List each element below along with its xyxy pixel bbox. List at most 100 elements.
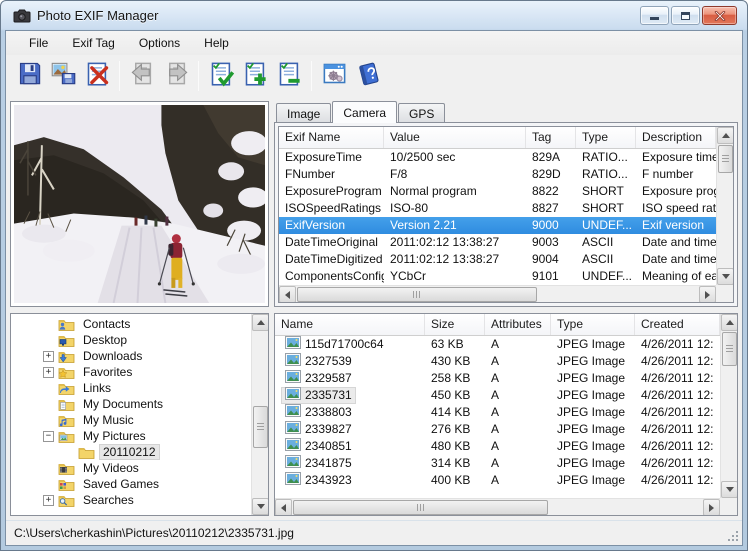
left-column: ContactsDesktop+Downloads+FavoritesLinks… <box>10 101 269 516</box>
file-cell-attributes: A <box>485 438 551 455</box>
column-header-type[interactable]: Type <box>576 127 636 148</box>
column-header-created[interactable]: Created <box>635 314 720 335</box>
exif-row[interactable]: FNumberF/8829DRATIO...F number <box>279 166 716 183</box>
scrollbar-thumb[interactable] <box>293 500 548 515</box>
scrollbar-thumb[interactable] <box>722 332 737 366</box>
exif-cell-tag: 829A <box>526 149 576 166</box>
exif-row[interactable]: ISOSpeedRatingsISO-808827SHORTISO speed … <box>279 200 716 217</box>
column-header-size[interactable]: Size <box>425 314 485 335</box>
remove-tag-button[interactable] <box>272 59 306 93</box>
file-row[interactable]: 2335731450 KBAJPEG Image4/26/2011 12: <box>275 387 720 404</box>
tree-item-searches[interactable]: +Searches <box>11 492 251 508</box>
add-tag-button[interactable] <box>238 59 272 93</box>
file-row[interactable]: 2338803414 KBAJPEG Image4/26/2011 12: <box>275 404 720 421</box>
maximize-icon <box>681 12 690 20</box>
file-cell-attributes: A <box>485 421 551 438</box>
file-row[interactable]: 2327539430 KBAJPEG Image4/26/2011 12: <box>275 353 720 370</box>
close-button[interactable] <box>702 6 737 25</box>
scroll-down-button[interactable] <box>717 268 734 285</box>
resize-grip-icon[interactable] <box>727 530 740 543</box>
delete-exif-button[interactable] <box>80 59 114 93</box>
file-row[interactable]: 2339827276 KBAJPEG Image4/26/2011 12: <box>275 421 720 438</box>
tree-expander[interactable]: + <box>43 495 54 506</box>
scroll-up-button[interactable] <box>252 314 269 331</box>
menu-item-file[interactable]: File <box>20 32 57 54</box>
exif-row[interactable]: ExposureTime10/2500 sec829ARATIO...Expos… <box>279 149 716 166</box>
scroll-right-button[interactable] <box>703 499 720 516</box>
scrollbar-thumb[interactable] <box>297 287 537 302</box>
title-bar[interactable]: Photo EXIF Manager <box>5 1 743 30</box>
file-row[interactable]: 2341875314 KBAJPEG Image4/26/2011 12: <box>275 455 720 472</box>
photo-file-icon <box>285 370 301 387</box>
exif-horizontal-scrollbar[interactable] <box>279 285 716 302</box>
scrollbar-thumb[interactable] <box>253 406 268 448</box>
maximize-button[interactable] <box>671 6 700 25</box>
file-row[interactable]: 2329587258 KBAJPEG Image4/26/2011 12: <box>275 370 720 387</box>
column-header-description[interactable]: Description <box>636 127 716 148</box>
save-picture-button[interactable] <box>46 59 80 93</box>
tree-vertical-scrollbar[interactable] <box>251 314 268 515</box>
menu-item-help[interactable]: Help <box>195 32 238 54</box>
tree-item-my-videos[interactable]: My Videos <box>11 460 251 476</box>
file-row[interactable]: 2343923400 KBAJPEG Image4/26/2011 12: <box>275 472 720 489</box>
minimize-button[interactable] <box>640 6 669 25</box>
column-header-name[interactable]: Name <box>275 314 425 335</box>
exif-tab-area: ImageCameraGPS Exif NameValueTagTypeDesc… <box>274 101 738 307</box>
exif-row[interactable]: ComponentsConfig...YCbCr9101UNDEF...Mean… <box>279 268 716 285</box>
column-header-exif-name[interactable]: Exif Name <box>279 127 384 148</box>
column-header-attributes[interactable]: Attributes <box>485 314 551 335</box>
tree-item-saved-games[interactable]: Saved Games <box>11 476 251 492</box>
file-cell-attributes: A <box>485 404 551 421</box>
tree-item-favorites[interactable]: +Favorites <box>11 364 251 380</box>
file-name-label: 2338803 <box>305 404 352 421</box>
exif-row[interactable]: ExifVersionVersion 2.219000UNDEF...Exif … <box>279 217 716 234</box>
scroll-left-button[interactable] <box>275 499 292 516</box>
exif-row[interactable]: ExposureProgramNormal program8822SHORTEx… <box>279 183 716 200</box>
file-vertical-scrollbar[interactable] <box>720 314 737 498</box>
scrollbar-thumb[interactable] <box>718 145 733 173</box>
exif-row[interactable]: DateTimeDigitized2011:02:12 13:38:279004… <box>279 251 716 268</box>
validate-tags-button[interactable] <box>204 59 238 93</box>
tree-item-my-pictures[interactable]: −My Pictures <box>11 428 251 444</box>
help-button[interactable] <box>351 59 385 93</box>
tree-expander[interactable]: − <box>43 431 54 442</box>
file-row[interactable]: 115d71700c6463 KBAJPEG Image4/26/2011 12… <box>275 336 720 353</box>
tree-item-downloads[interactable]: +Downloads <box>11 348 251 364</box>
options-button[interactable] <box>317 59 351 93</box>
file-cell-size: 414 KB <box>425 404 485 421</box>
tree-item-links[interactable]: Links <box>11 380 251 396</box>
tab-camera[interactable]: Camera <box>332 101 397 123</box>
tree-item-my-documents[interactable]: My Documents <box>11 396 251 412</box>
tree-expander[interactable]: + <box>43 367 54 378</box>
column-header-value[interactable]: Value <box>384 127 526 148</box>
exif-cell-tag: 829D <box>526 166 576 183</box>
tree-expander[interactable]: + <box>43 351 54 362</box>
save-button[interactable] <box>12 59 46 93</box>
exif-cell-name: FNumber <box>279 166 384 183</box>
exif-cell-type: SHORT <box>576 200 636 217</box>
tab-image[interactable]: Image <box>276 103 331 122</box>
file-horizontal-scrollbar[interactable] <box>275 498 720 515</box>
exif-vertical-scrollbar[interactable] <box>716 127 733 285</box>
file-name-wrap: 2329587 <box>281 370 356 387</box>
column-header-type[interactable]: Type <box>551 314 635 335</box>
scroll-down-button[interactable] <box>252 498 269 515</box>
column-header-tag[interactable]: Tag <box>526 127 576 148</box>
toolbar-separator <box>119 61 120 91</box>
tree-item-20110212[interactable]: 20110212 <box>11 444 251 460</box>
tree-item-desktop[interactable]: Desktop <box>11 332 251 348</box>
scroll-up-button[interactable] <box>721 314 738 331</box>
tree-item-my-music[interactable]: My Music <box>11 412 251 428</box>
scroll-right-button[interactable] <box>699 286 716 303</box>
exif-row[interactable]: DateTimeOriginal2011:02:12 13:38:279003A… <box>279 234 716 251</box>
scroll-down-button[interactable] <box>721 481 738 498</box>
help-book-icon <box>355 60 382 92</box>
tab-gps[interactable]: GPS <box>398 103 445 122</box>
scroll-up-button[interactable] <box>717 127 734 144</box>
scroll-left-button[interactable] <box>279 286 296 303</box>
file-name-wrap: 2335731 <box>281 387 356 404</box>
tree-item-contacts[interactable]: Contacts <box>11 316 251 332</box>
menu-item-options[interactable]: Options <box>130 32 189 54</box>
file-row[interactable]: 2340851480 KBAJPEG Image4/26/2011 12: <box>275 438 720 455</box>
menu-item-exif-tag[interactable]: Exif Tag <box>63 32 123 54</box>
